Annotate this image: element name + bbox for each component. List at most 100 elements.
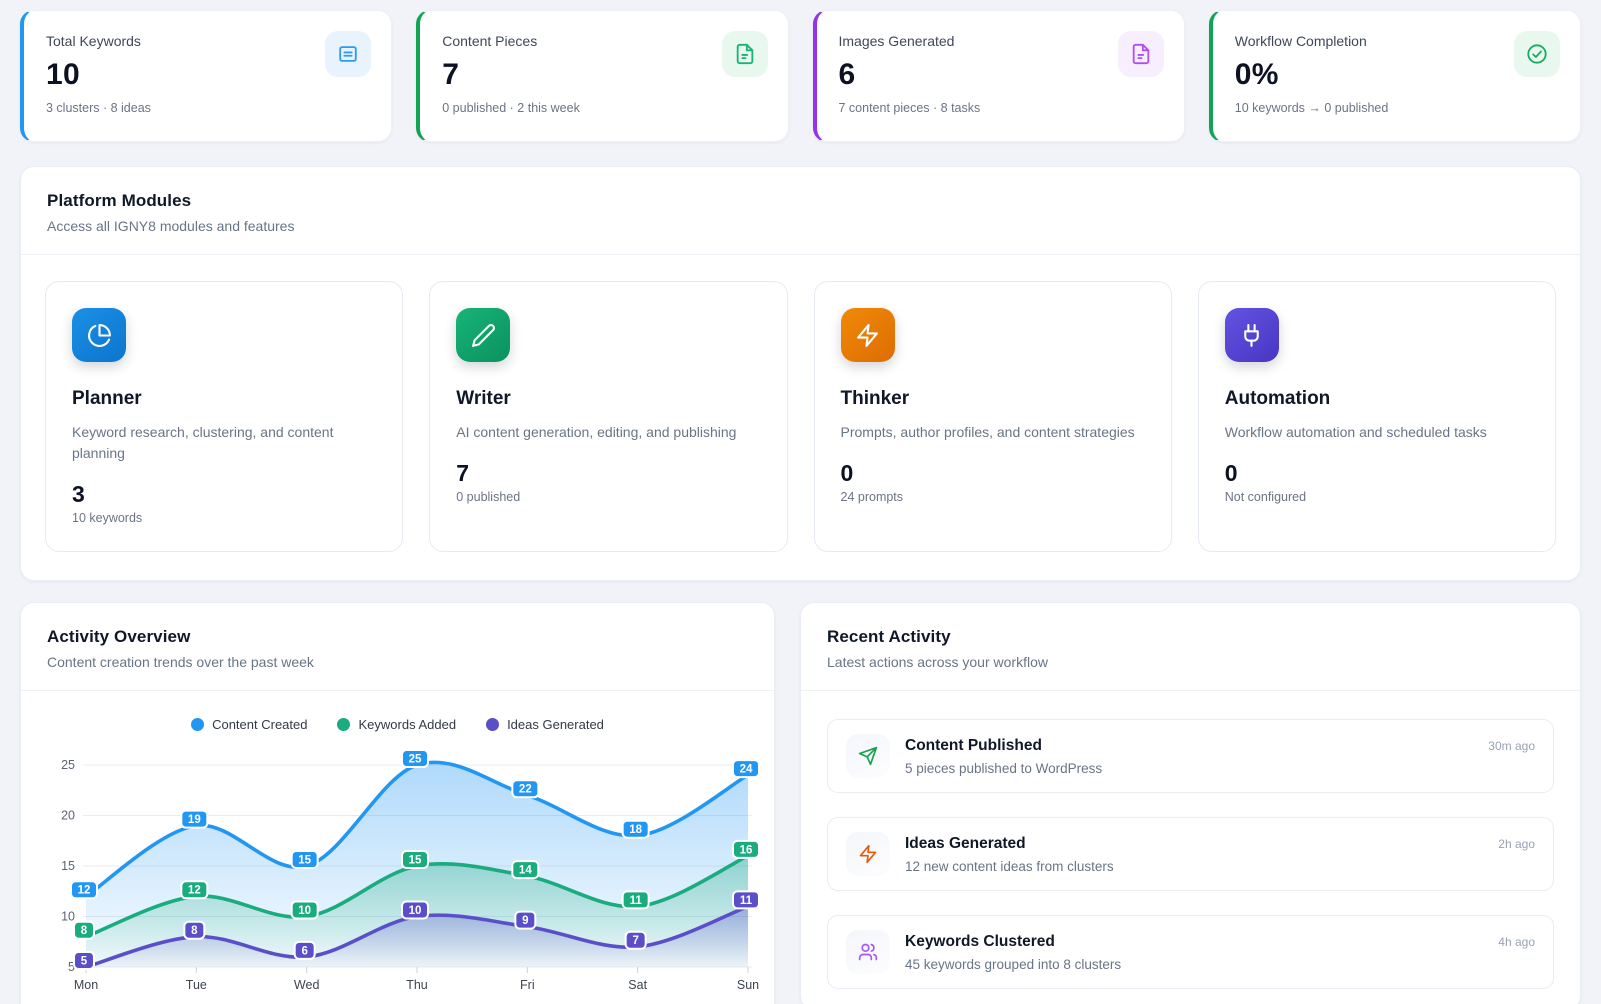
activity-item-body: Keywords Clustered 4h ago 45 keywords gr… xyxy=(905,933,1535,972)
svg-text:20: 20 xyxy=(61,809,75,823)
activity-area-chart: 510152025MonTueWedThuFriSatSun1219152522… xyxy=(45,745,752,1004)
activity-item-ideas-generated[interactable]: Ideas Generated 2h ago 12 new content id… xyxy=(827,817,1554,891)
legend-dot xyxy=(337,718,350,731)
module-name: Thinker xyxy=(841,388,1145,410)
platform-modules-panel: Platform Modules Access all IGNY8 module… xyxy=(20,166,1581,581)
svg-text:11: 11 xyxy=(740,895,753,907)
module-card-thinker[interactable]: Thinker Prompts, author profiles, and co… xyxy=(814,281,1172,552)
module-card-planner[interactable]: Planner Keyword research, clustering, an… xyxy=(45,281,403,552)
svg-text:16: 16 xyxy=(740,844,753,856)
svg-text:15: 15 xyxy=(61,859,75,873)
svg-text:8: 8 xyxy=(81,925,88,937)
svg-text:5: 5 xyxy=(81,955,88,967)
legend-item-keywords-added[interactable]: Keywords Added xyxy=(337,717,456,732)
recent-activity-panel: Recent Activity Latest actions across yo… xyxy=(800,602,1581,1004)
recent-activity-list: Content Published 30m ago 5 pieces publi… xyxy=(801,691,1580,1004)
svg-text:10: 10 xyxy=(61,910,75,924)
svg-text:Sat: Sat xyxy=(628,978,647,992)
activity-description: 12 new content ideas from clusters xyxy=(905,859,1535,874)
section-title: Activity Overview xyxy=(47,627,748,647)
section-subtitle: Access all IGNY8 modules and features xyxy=(47,218,1554,234)
module-card-writer[interactable]: Writer AI content generation, editing, a… xyxy=(429,281,787,552)
svg-text:12: 12 xyxy=(188,885,201,897)
modules-grid: Planner Keyword research, clustering, an… xyxy=(21,255,1580,580)
module-stat-label: 0 published xyxy=(456,490,760,504)
stat-sub: 10 keywords → 0 published xyxy=(1235,101,1558,115)
activity-time: 2h ago xyxy=(1498,837,1535,851)
svg-text:11: 11 xyxy=(630,895,643,907)
module-stat-label: 10 keywords xyxy=(72,511,376,525)
legend-item-content-created[interactable]: Content Created xyxy=(191,717,307,732)
check-circle-icon xyxy=(1514,31,1560,77)
stat-sub: 3 clusters · 8 ideas xyxy=(46,101,369,115)
module-description: Workflow automation and scheduled tasks xyxy=(1225,422,1525,443)
image-file-icon xyxy=(1118,31,1164,77)
bottom-row: Activity Overview Content creation trend… xyxy=(20,602,1581,1004)
zap-icon xyxy=(841,308,895,362)
activity-description: 45 keywords grouped into 8 clusters xyxy=(905,957,1535,972)
module-stat-label: Not configured xyxy=(1225,490,1529,504)
module-description: Prompts, author profiles, and content st… xyxy=(841,422,1141,443)
module-name: Planner xyxy=(72,388,376,410)
pie-chart-icon xyxy=(72,308,126,362)
svg-text:Fri: Fri xyxy=(520,978,535,992)
module-description: AI content generation, editing, and publ… xyxy=(456,422,756,443)
module-name: Automation xyxy=(1225,388,1529,410)
chart-legend: Content Created Keywords Added Ideas Gen… xyxy=(21,717,774,732)
module-card-automation[interactable]: Automation Workflow automation and sched… xyxy=(1198,281,1556,552)
svg-text:Tue: Tue xyxy=(186,978,207,992)
svg-text:18: 18 xyxy=(629,824,642,836)
activity-time: 4h ago xyxy=(1498,935,1535,949)
svg-text:7: 7 xyxy=(632,935,638,947)
stat-value: 0% xyxy=(1235,58,1558,92)
legend-item-ideas-generated[interactable]: Ideas Generated xyxy=(486,717,604,732)
stat-label: Images Generated xyxy=(839,33,1162,49)
svg-text:14: 14 xyxy=(519,865,532,877)
file-text-icon xyxy=(722,31,768,77)
activity-title: Keywords Clustered xyxy=(905,933,1055,951)
stats-row: Total Keywords 10 3 clusters · 8 ideas C… xyxy=(20,10,1581,142)
module-stat-value: 7 xyxy=(456,460,760,487)
svg-text:Sun: Sun xyxy=(737,978,759,992)
stat-value: 7 xyxy=(442,58,765,92)
svg-text:12: 12 xyxy=(78,885,91,897)
activity-item-keywords-clustered[interactable]: Keywords Clustered 4h ago 45 keywords gr… xyxy=(827,915,1554,989)
stat-label: Workflow Completion xyxy=(1235,33,1558,49)
svg-text:Wed: Wed xyxy=(294,978,320,992)
module-stat-label: 24 prompts xyxy=(841,490,1145,504)
svg-text:10: 10 xyxy=(409,905,422,917)
legend-dot xyxy=(191,718,204,731)
svg-text:10: 10 xyxy=(298,905,311,917)
recent-activity-header: Recent Activity Latest actions across yo… xyxy=(801,603,1580,691)
activity-chart-wrap: 510152025MonTueWedThuFriSatSun1219152522… xyxy=(21,732,774,1004)
stat-card-total-keywords: Total Keywords 10 3 clusters · 8 ideas xyxy=(20,10,392,142)
stat-label: Content Pieces xyxy=(442,33,765,49)
section-subtitle: Latest actions across your workflow xyxy=(827,654,1554,670)
module-stat-value: 0 xyxy=(1225,460,1529,487)
svg-text:25: 25 xyxy=(409,753,422,765)
legend-label: Ideas Generated xyxy=(507,717,604,732)
activity-item-body: Content Published 30m ago 5 pieces publi… xyxy=(905,737,1535,776)
activity-description: 5 pieces published to WordPress xyxy=(905,761,1535,776)
module-name: Writer xyxy=(456,388,760,410)
legend-dot xyxy=(486,718,499,731)
section-subtitle: Content creation trends over the past we… xyxy=(47,654,748,670)
svg-text:24: 24 xyxy=(740,764,753,776)
activity-title: Content Published xyxy=(905,737,1042,755)
pencil-icon xyxy=(456,308,510,362)
stat-card-content-pieces: Content Pieces 7 0 published · 2 this we… xyxy=(416,10,788,142)
svg-text:8: 8 xyxy=(191,925,198,937)
svg-text:15: 15 xyxy=(409,854,422,866)
zap-icon xyxy=(846,832,890,876)
users-icon xyxy=(846,930,890,974)
activity-item-content-published[interactable]: Content Published 30m ago 5 pieces publi… xyxy=(827,719,1554,793)
module-stat-value: 0 xyxy=(841,460,1145,487)
svg-text:19: 19 xyxy=(188,814,201,826)
legend-label: Content Created xyxy=(212,717,307,732)
module-description: Keyword research, clustering, and conten… xyxy=(72,422,372,464)
svg-text:Mon: Mon xyxy=(74,978,98,992)
stat-label: Total Keywords xyxy=(46,33,369,49)
stat-value: 6 xyxy=(839,58,1162,92)
legend-label: Keywords Added xyxy=(358,717,456,732)
svg-text:Thu: Thu xyxy=(406,978,428,992)
